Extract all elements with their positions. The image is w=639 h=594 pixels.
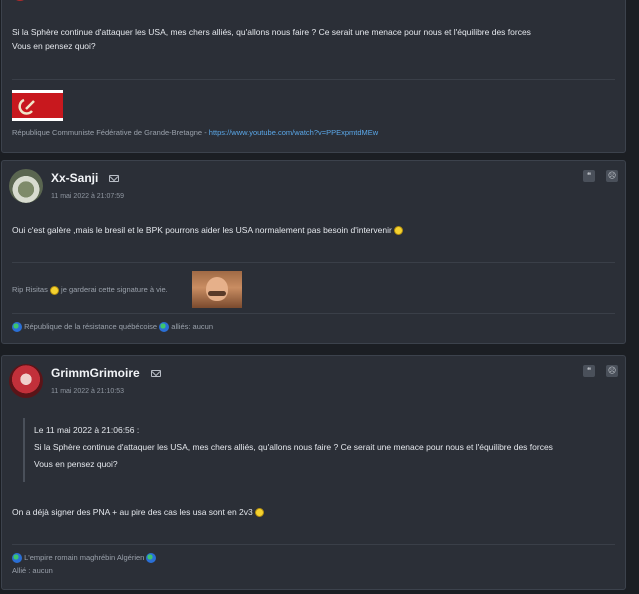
signature-banner-image (12, 90, 63, 121)
quote-header: Le 11 mai 2022 à 21:06:56 : (34, 425, 140, 435)
post-message: Oui c'est galère ,mais le bresil et le B… (12, 225, 404, 236)
smiley-icon (255, 508, 265, 518)
quote-line: Vous en pensez quoi? (34, 459, 118, 469)
smiley-icon (394, 226, 404, 236)
username[interactable]: Xx-Sanji (51, 171, 98, 185)
signature-text-start: Rip Risitas (12, 285, 48, 294)
quote-icon[interactable]: ❝ (583, 365, 595, 377)
post-card: GrimmGrimoire 11 mai 2022 à 21:10:53 ❝ ☹… (1, 355, 626, 590)
report-icon[interactable]: ☹ (606, 365, 618, 377)
nation-name: République de la résistance québécoise (24, 322, 158, 331)
signature-text: Rip Risitas je garderai cette signature … (12, 285, 168, 295)
smiley-icon (49, 285, 59, 295)
post-message-text: Oui c'est galère ,mais le bresil et le B… (12, 225, 392, 235)
allies-text: Allié : aucun (12, 566, 53, 575)
signature-link[interactable]: https://www.youtube.com/watch?v=PPExpmtd… (209, 128, 378, 137)
post-date: 11 mai 2022 à 21:07:59 (51, 193, 125, 200)
footer-divider (12, 313, 615, 314)
avatar[interactable] (9, 364, 43, 398)
post-card: Xx-Sanji 11 mai 2022 à 21:07:59 ❝ ☹ Oui … (1, 160, 626, 344)
envelope-icon[interactable] (151, 370, 161, 377)
nation-name: L'empire romain maghrébin Algérien (24, 553, 145, 562)
avatar[interactable] (9, 169, 43, 203)
signature-image (192, 271, 242, 308)
post-date: 11 mai 2022 à 21:10:53 (51, 388, 125, 395)
post-message-line: Si la Sphère continue d'attaquer les USA… (12, 27, 531, 37)
quote-icon[interactable]: ❝ (583, 170, 595, 182)
post-card: Si la Sphère continue d'attaquer les USA… (1, 0, 626, 153)
allies-text: alliés: aucun (171, 322, 213, 331)
post-message-line: Vous en pensez quoi? (12, 41, 96, 51)
envelope-icon[interactable] (109, 175, 119, 182)
globe-icon (12, 322, 22, 333)
signature-text-end: je garderai cette signature à vie. (61, 285, 168, 294)
signature-footer: République de la résistance québécoise a… (12, 322, 213, 333)
signature-divider (12, 262, 615, 263)
globe-icon (12, 553, 22, 564)
signature-divider (12, 544, 615, 545)
signature-text: République Communiste Fédérative de Gran… (12, 128, 378, 137)
username[interactable]: GrimmGrimoire (51, 366, 140, 380)
signature-divider (12, 79, 615, 80)
globe-icon (146, 553, 157, 564)
quote-line: Si la Sphère continue d'attaquer les USA… (34, 442, 553, 452)
globe-icon (159, 322, 170, 333)
signature-footer: L'empire romain maghrébin Algérien (12, 553, 157, 564)
post-message: On a déjà signer des PNA + au pire des c… (12, 507, 265, 518)
post-message-text: On a déjà signer des PNA + au pire des c… (12, 507, 253, 517)
quote-block: Le 11 mai 2022 à 21:06:56 : Si la Sphère… (23, 418, 595, 482)
signature-nation: République Communiste Fédérative de Gran… (12, 128, 209, 137)
report-icon[interactable]: ☹ (606, 170, 618, 182)
avatar[interactable] (12, 0, 28, 1)
